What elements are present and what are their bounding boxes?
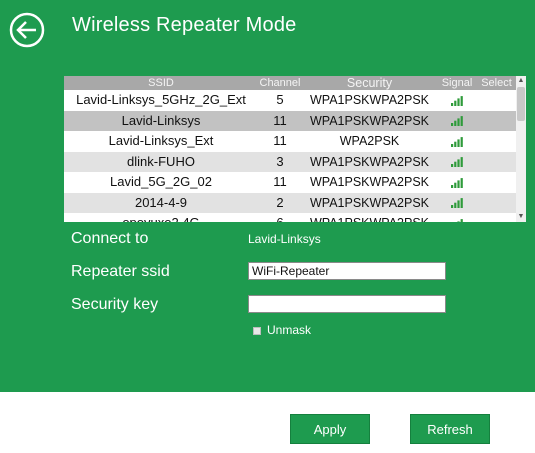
- back-arrow-icon[interactable]: [8, 11, 46, 49]
- table-body: Lavid-Linksys_5GHz_2G_Ext 5 WPA1PSKWPA2PSK…: [64, 90, 516, 222]
- signal-strength-icon: [451, 116, 463, 127]
- settings-panel: Wireless Repeater Mode SSID Channel Secu…: [0, 0, 535, 392]
- signal-strength-icon: [451, 198, 463, 209]
- table-row[interactable]: Lavid_5G_2G_02 11 WPA1PSKWPA2PSK: [64, 172, 516, 193]
- column-header-security: Security: [346, 76, 393, 90]
- ssid-cell: Lavid-Linksys_Ext: [108, 133, 214, 148]
- column-header-channel: Channel: [259, 77, 301, 89]
- signal-cell: [437, 131, 477, 152]
- ssid-cell: Lavid-Linksys: [121, 112, 201, 128]
- ssid-cell: Lavid_5G_2G_02: [110, 174, 212, 189]
- signal-cell: [437, 111, 477, 132]
- signal-strength-icon: [451, 136, 463, 147]
- ssid-cell: dlink-FUHO: [127, 153, 195, 169]
- security-cell: WPA1PSKWPA2PSK: [309, 93, 430, 107]
- channel-cell: 11: [273, 133, 287, 148]
- channel-cell: 3: [276, 153, 284, 169]
- scroll-up-icon[interactable]: ▲: [516, 76, 526, 86]
- unmask-label: Unmask: [267, 323, 312, 337]
- table-scrollbar[interactable]: ▲ ▼: [516, 76, 526, 222]
- channel-cell: 11: [273, 112, 287, 128]
- signal-cell: [437, 213, 477, 222]
- repeater-ssid-label: Repeater ssid: [71, 263, 170, 280]
- signal-cell: [437, 152, 477, 173]
- table-row[interactable]: dlink-FUHO 3 WPA1PSKWPA2PSK: [64, 151, 516, 173]
- security-cell: WPA1PSKWPA2PSK: [309, 154, 430, 169]
- security-cell: WPA1PSKWPA2PSK: [309, 113, 430, 128]
- ssid-cell: 2014-4-9: [134, 194, 188, 210]
- scroll-thumb[interactable]: [517, 87, 525, 121]
- table-row[interactable]: Lavid-Linksys_5GHz_2G_Ext 5 WPA1PSKWPA2PSK: [64, 90, 516, 111]
- security-cell: WPA1PSKWPA2PSK: [309, 175, 430, 189]
- table-row[interactable]: Lavid-Linksys 11 WPA1PSKWPA2PSK: [64, 110, 516, 132]
- security-cell: WPA1PSKWPA2PSK: [302, 213, 437, 222]
- signal-strength-icon: [451, 177, 463, 188]
- security-key-label: Security key: [71, 296, 159, 313]
- unmask-option[interactable]: Unmask: [253, 323, 311, 337]
- repeater-ssid-input[interactable]: [248, 262, 446, 280]
- signal-strength-icon: [451, 95, 463, 106]
- channel-cell: 11: [273, 174, 287, 189]
- column-header-signal: Signal: [441, 77, 473, 89]
- table-header: SSID Channel Security Signal Select: [64, 76, 516, 90]
- column-header-select: Select: [481, 77, 512, 89]
- connect-to-value: Lavid-Linksys: [248, 232, 321, 246]
- ssid-cell: opoyuxo2.4G: [64, 213, 258, 222]
- table-row[interactable]: 2014-4-9 2 WPA1PSKWPA2PSK: [64, 192, 516, 214]
- signal-cell: [437, 172, 477, 193]
- signal-strength-icon: [451, 157, 463, 168]
- apply-button[interactable]: Apply: [290, 414, 370, 444]
- security-cell: WPA2PSK: [339, 134, 400, 148]
- table-row[interactable]: opoyuxo2.4G6WPA1PSKWPA2PSK: [64, 213, 516, 222]
- signal-strength-icon: [457, 218, 463, 222]
- column-header-ssid: SSID: [148, 77, 174, 89]
- security-cell: WPA1PSKWPA2PSK: [309, 195, 430, 210]
- refresh-button[interactable]: Refresh: [410, 414, 490, 444]
- table-row[interactable]: Lavid-Linksys_Ext 11 WPA2PSK: [64, 131, 516, 152]
- connect-to-label: Connect to: [71, 230, 149, 247]
- signal-cell: [437, 90, 477, 111]
- signal-cell: [437, 193, 477, 214]
- scroll-down-icon[interactable]: ▼: [516, 212, 526, 222]
- channel-cell: 6: [258, 213, 302, 222]
- page-title: Wireless Repeater Mode: [72, 14, 297, 36]
- ssid-table: SSID Channel Security Signal Select Lavi…: [64, 76, 526, 222]
- ssid-cell: Lavid-Linksys_5GHz_2G_Ext: [76, 92, 246, 107]
- channel-cell: 5: [276, 92, 284, 107]
- security-key-input[interactable]: [248, 295, 446, 313]
- unmask-checkbox[interactable]: [253, 326, 261, 335]
- channel-cell: 2: [276, 194, 284, 210]
